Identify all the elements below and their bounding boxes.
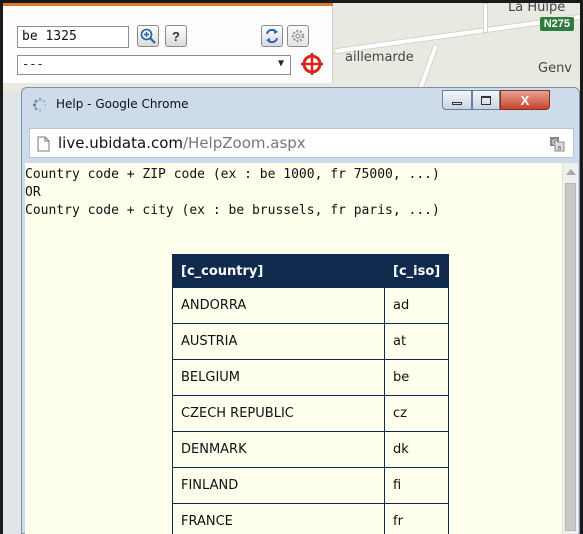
settings-button[interactable]	[287, 25, 309, 47]
refresh-button[interactable]	[261, 25, 283, 47]
minimize-icon	[452, 101, 462, 105]
map-road	[412, 43, 440, 93]
help-page-content: Country code + ZIP code (ex : be 1000, f…	[25, 163, 562, 534]
map-toolbar: be 1325 ? --- ▼	[3, 3, 333, 83]
country-codes-table: [c_country] [c_iso] ANDORRA ad AUSTRIA a…	[172, 254, 450, 534]
crosshair-target-icon	[301, 53, 323, 75]
map-road	[483, 3, 488, 33]
url-text: live.ubidata.com/HelpZoom.aspx	[58, 134, 306, 152]
iso-cell: dk	[383, 431, 450, 468]
road-number-badge: N275	[539, 17, 574, 31]
country-cell: AUSTRIA	[172, 323, 385, 360]
table-row: DENMARK dk	[172, 431, 450, 468]
layer-select-value: ---	[22, 57, 44, 71]
table-row: CZECH REPUBLIC cz	[172, 395, 450, 432]
map-town-label: La Hulpe	[508, 3, 566, 15]
vertical-scrollbar[interactable]	[562, 163, 578, 534]
country-cell: FRANCE	[172, 503, 385, 534]
country-cell: FINLAND	[172, 467, 385, 504]
url-path: /HelpZoom.aspx	[183, 134, 306, 152]
table-row: AUSTRIA at	[172, 323, 450, 360]
location-search-input[interactable]: be 1325	[17, 26, 129, 48]
gear-icon	[291, 29, 305, 43]
url-host: live.ubidata.com	[58, 134, 183, 152]
close-icon: X	[520, 92, 530, 108]
table-row: FINLAND fi	[172, 467, 450, 504]
loading-spinner-icon	[33, 98, 47, 112]
iso-cell: at	[383, 323, 450, 360]
country-cell: BELGIUM	[172, 359, 385, 396]
layer-select[interactable]: --- ▼	[17, 55, 291, 75]
help-button[interactable]: ?	[165, 25, 187, 47]
scroll-up-arrow-icon[interactable]	[566, 169, 576, 175]
page-icon	[37, 136, 50, 152]
screen: La Hulpe N275 aillemarde Genv be 1325 ?	[3, 3, 580, 534]
country-cell: DENMARK	[172, 431, 385, 468]
help-text-line: Country code + ZIP code (ex : be 1000, f…	[25, 167, 440, 182]
country-cell: CZECH REPUBLIC	[172, 395, 385, 432]
translate-icon[interactable]: G a	[549, 136, 565, 152]
help-text-line: OR	[25, 185, 41, 200]
zoom-search-button[interactable]	[137, 25, 159, 47]
iso-cell: be	[383, 359, 450, 396]
help-text-line: Country code + city (ex : be brussels, f…	[25, 203, 440, 218]
column-header-iso: [c_iso]	[383, 254, 450, 288]
iso-cell: fi	[383, 467, 450, 504]
minimize-button[interactable]	[442, 90, 472, 110]
maximize-icon	[481, 95, 491, 105]
map-town-label: aillemarde	[345, 50, 414, 65]
table-header-row: [c_country] [c_iso]	[172, 254, 450, 288]
help-popup-window: Help - Google Chrome X live.ubidata.com/…	[21, 87, 580, 534]
toolbar-accent-bar	[3, 3, 333, 6]
close-button[interactable]: X	[500, 90, 550, 110]
country-cell: ANDORRA	[172, 287, 385, 324]
refresh-arrows-icon	[266, 28, 278, 44]
table-row: BELGIUM be	[172, 359, 450, 396]
svg-text:a: a	[558, 145, 562, 152]
map-town-label: Genv	[538, 61, 573, 76]
iso-cell: cz	[383, 395, 450, 432]
address-bar[interactable]: live.ubidata.com/HelpZoom.aspx G a	[29, 128, 574, 158]
iso-cell: fr	[383, 503, 450, 534]
window-titlebar[interactable]: Help - Google Chrome X	[22, 88, 579, 122]
column-header-country: [c_country]	[172, 254, 385, 288]
scrollbar-thumb[interactable]	[565, 183, 576, 531]
locate-button[interactable]	[300, 52, 324, 76]
table-row: ANDORRA ad	[172, 287, 450, 324]
table-row: FRANCE fr	[172, 503, 450, 534]
magnifier-plus-icon	[140, 28, 156, 44]
chevron-down-icon: ▼	[277, 58, 284, 69]
iso-cell: ad	[383, 287, 450, 324]
maximize-button[interactable]	[472, 90, 500, 110]
window-title: Help - Google Chrome	[56, 97, 189, 111]
